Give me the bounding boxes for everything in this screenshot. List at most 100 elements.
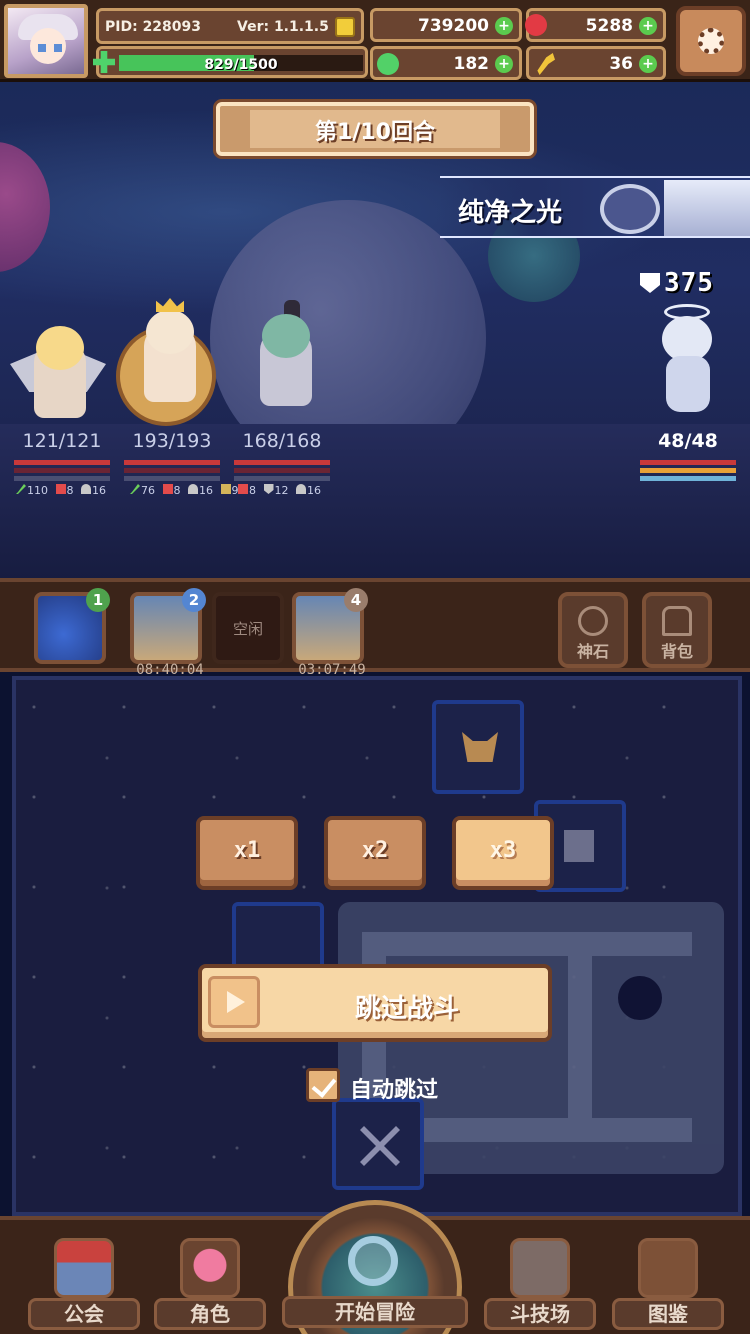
energy-bar (14, 476, 110, 481)
settings-button[interactable] (676, 6, 746, 76)
character-icon (180, 1238, 240, 1298)
nav-role[interactable]: 角色 (154, 1234, 266, 1330)
checkbox-checked-icon[interactable] (306, 1068, 340, 1102)
hero-angel[interactable] (10, 312, 106, 422)
speed-x2-button[interactable]: x2 (324, 816, 426, 890)
crossed-swords-icon (360, 1126, 400, 1166)
hero-stats: 76 8 16 9 (126, 484, 239, 506)
nav-guild[interactable]: 公会 (28, 1234, 140, 1330)
clover-plus-icon[interactable]: + (495, 55, 513, 73)
clover-counter: 182 + (370, 46, 522, 80)
gauntlet-icon (220, 484, 231, 494)
speed-value: 8 (249, 484, 256, 497)
hero-hp-text: 168/168 (242, 430, 322, 452)
player-avatar[interactable] (4, 4, 88, 78)
bag-icon (662, 606, 692, 636)
hero-princess[interactable] (116, 296, 216, 426)
slot-number-badge: 4 (344, 588, 368, 612)
maze-hole (618, 976, 662, 1020)
hp-bars (124, 460, 220, 484)
round-banner: 第1/10回合 (216, 102, 534, 156)
hp-bar (14, 460, 110, 465)
armor-bar (234, 468, 330, 473)
nav-arena-label: 斗技场 (484, 1298, 596, 1330)
enemy-hp: 48/48 (640, 430, 736, 481)
sword-icon (130, 484, 140, 494)
slot-idle-label: 空闲 (232, 620, 263, 638)
helmet-icon (81, 484, 91, 494)
energy-bar (234, 476, 330, 481)
crown-icon (156, 298, 184, 312)
map-room-boss[interactable] (432, 700, 524, 794)
skip-battle-button[interactable]: 跳过战斗 (198, 964, 552, 1042)
nav-codex[interactable]: 图鉴 (612, 1234, 724, 1330)
hp-bar (640, 460, 736, 465)
block-value: 12 (274, 484, 289, 497)
slot-number-badge: 1 (86, 588, 110, 612)
helmet-icon (188, 484, 198, 494)
expedition-slot-2[interactable]: 2 08:40:04 (130, 588, 206, 678)
armor-bar (14, 468, 110, 473)
bag-button[interactable]: 背包 (642, 592, 712, 668)
expedition-slot-idle[interactable]: 空闲 (212, 592, 284, 664)
expedition-slot-4[interactable]: 4 03:07:49 (292, 588, 368, 678)
key-plus-icon[interactable]: + (639, 55, 657, 73)
speed-x1-label: x1 (233, 838, 261, 863)
sword-icon (16, 484, 26, 494)
expedition-slot-bar: 1 2 08:40:04 空闲 4 03:07:49 神石 背包 (0, 578, 750, 678)
hp-bars (234, 460, 330, 484)
boot-icon (55, 484, 66, 494)
attack-value: 110 (27, 484, 48, 497)
nav-guild-label: 公会 (28, 1298, 140, 1330)
book-icon (638, 1238, 698, 1298)
clover-value: 182 (453, 54, 490, 74)
boot-icon (238, 484, 248, 494)
battle-ground (0, 424, 750, 580)
attack-value: 76 (141, 484, 155, 497)
hero-head (146, 310, 194, 354)
gem-value: 5288 (585, 16, 633, 36)
horned-helmet-icon (462, 732, 498, 762)
enemy-emblem-icon (600, 184, 660, 234)
maze-wall (568, 932, 592, 1142)
speed-value: 8 (173, 484, 181, 497)
exp-text: 829/1500 (204, 57, 278, 73)
helmet-icon (296, 484, 306, 494)
godstone-label: 神石 (576, 642, 609, 661)
skip-battle-label: 跳过战斗 (354, 994, 459, 1024)
speed-x1-button[interactable]: x1 (196, 816, 298, 890)
enemy-portrait (664, 180, 750, 236)
exp-track: 829/1500 (119, 55, 363, 73)
enemy-power: 375 (640, 268, 714, 298)
gold-counter: 739200 + (370, 8, 522, 42)
defense-value: 16 (307, 484, 321, 497)
speed-x3-button[interactable]: x3 (452, 816, 554, 890)
gem-plus-icon[interactable]: + (639, 17, 657, 35)
expedition-slot-1[interactable]: 1 (34, 588, 110, 664)
hero-stats: 110 8 16 (12, 484, 106, 506)
gold-plus-icon[interactable]: + (495, 17, 513, 35)
energy-bar (124, 476, 220, 481)
enemy-power-value: 375 (664, 268, 714, 298)
hp-bar (234, 460, 330, 465)
map-room-battle[interactable] (332, 1098, 424, 1190)
player-id-box: PID: 228093 Ver: 1.1.1.5 (96, 8, 364, 44)
nav-adventure-label: 开始冒险 (282, 1296, 468, 1328)
nav-arena[interactable]: 斗技场 (484, 1234, 596, 1330)
gem-counter: 5288 + (525, 8, 666, 42)
enemy-name: 纯净之光 (458, 198, 563, 228)
battle-scene (0, 82, 750, 580)
enemy-spirit[interactable] (648, 300, 728, 416)
auto-skip-label: 自动跳过 (350, 1078, 439, 1103)
nav-start-adventure[interactable]: 开始冒险 (282, 1200, 468, 1334)
hero-stats: 8 12 16 (234, 484, 321, 506)
energy-bar (640, 476, 736, 481)
magnifier-icon (348, 1236, 398, 1286)
tower-icon (564, 830, 594, 862)
slot-number-badge: 2 (182, 588, 206, 612)
godstone-button[interactable]: 神石 (558, 592, 628, 668)
top-status-bar: PID: 228093 Ver: 1.1.1.5 829/1500 739200… (0, 0, 750, 82)
speed-x3-label: x3 (489, 838, 517, 863)
hero-bunny[interactable] (236, 300, 332, 410)
armor-bar (640, 468, 736, 473)
